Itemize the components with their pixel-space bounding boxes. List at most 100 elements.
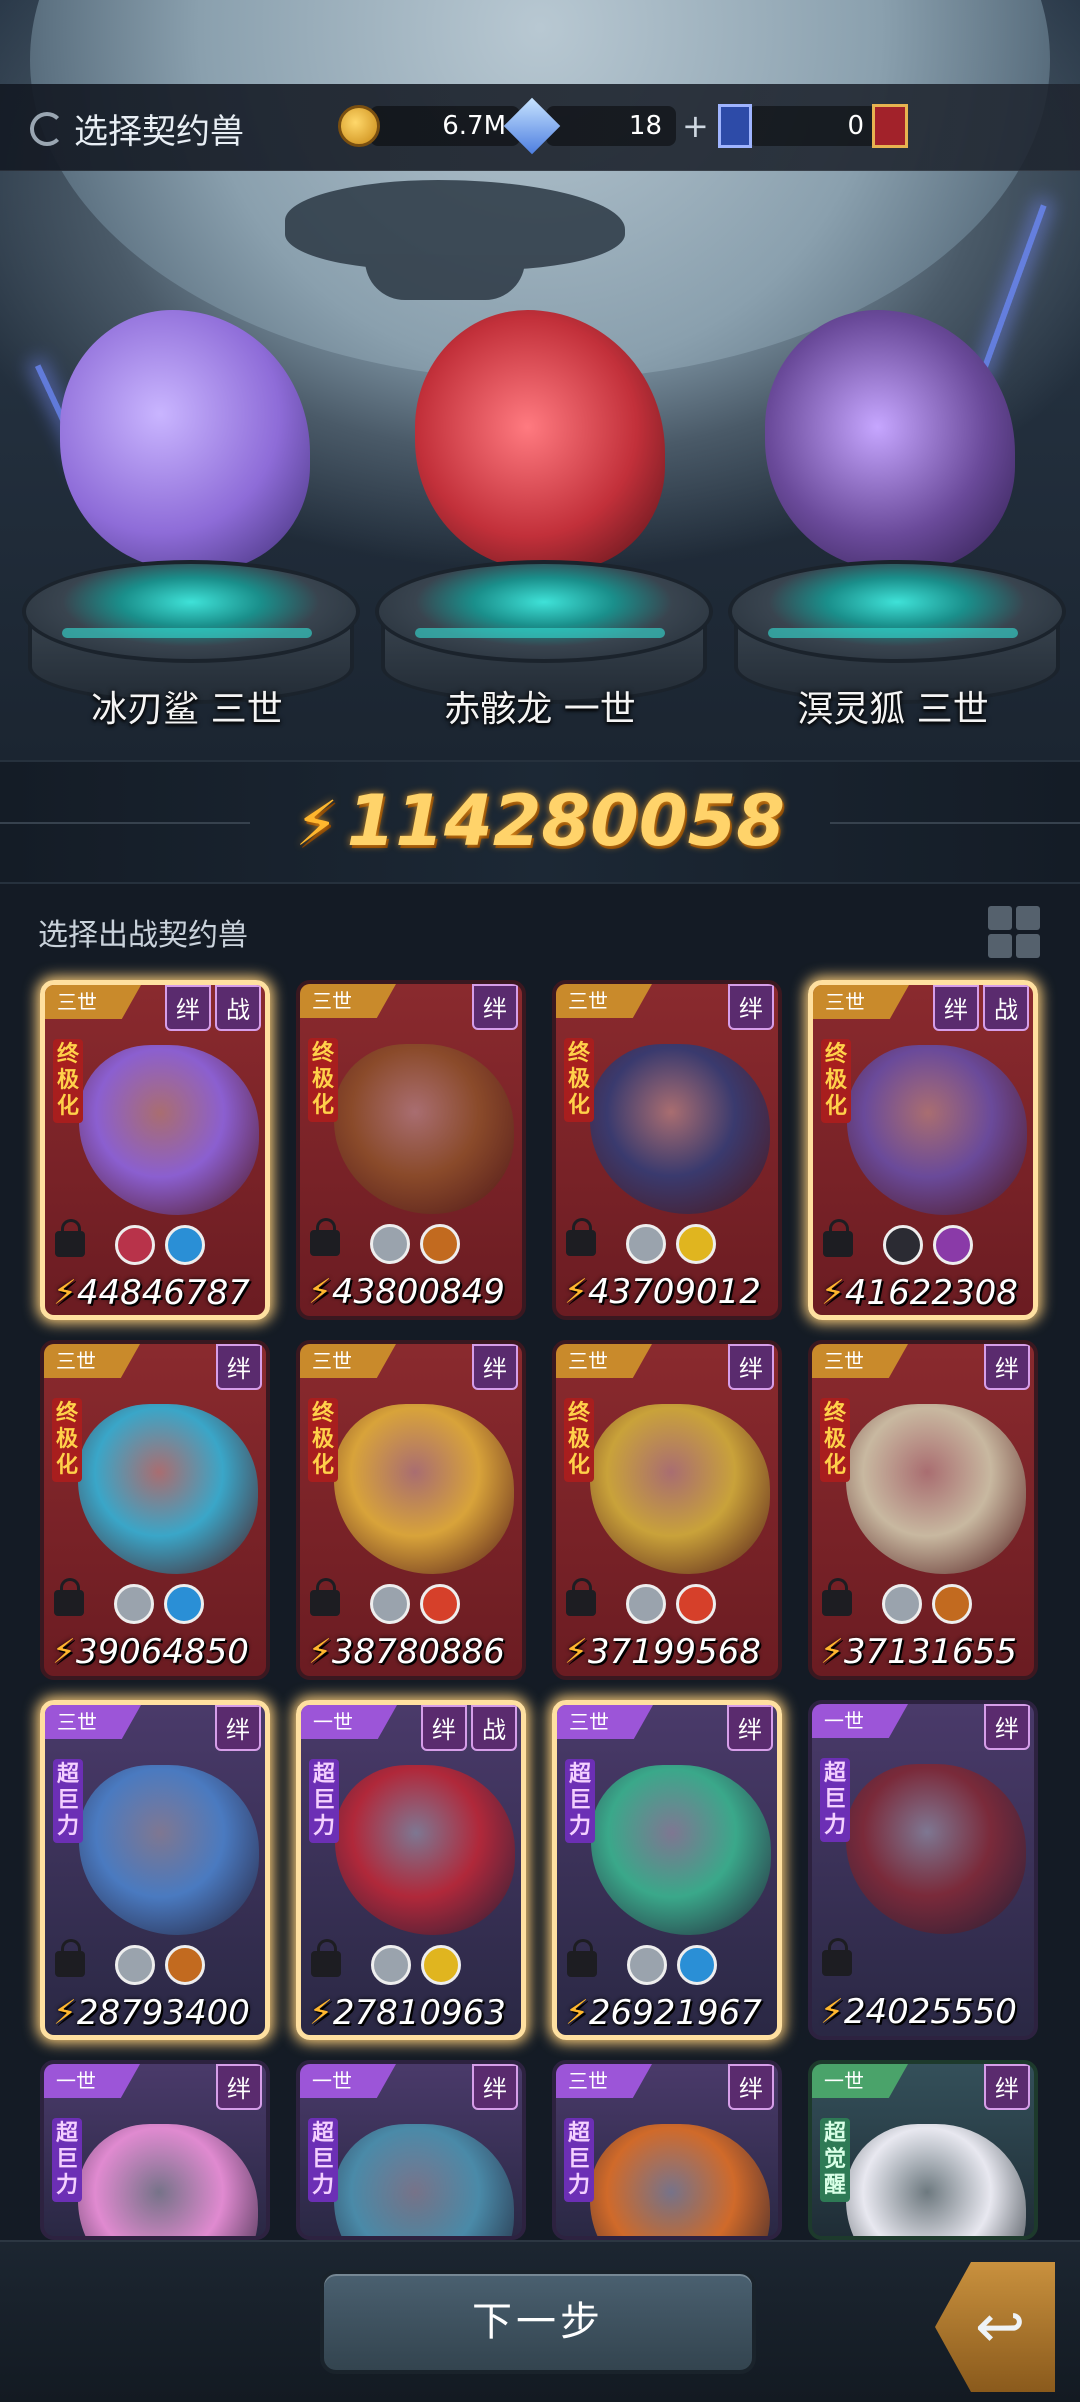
beast-card[interactable]: 一世 绊超巨力 (40, 2060, 270, 2240)
element-icon (370, 1584, 410, 1624)
beast-card[interactable]: 三世 绊终极化 ⚡43709012 (552, 980, 782, 1320)
card-power: ⚡41622308 (821, 1273, 1018, 1313)
battle-tag: 战 (471, 1705, 517, 1751)
lock-icon[interactable] (310, 1578, 340, 1616)
tier-badge: 三世 (300, 984, 396, 1018)
evolution-badge: 终极化 (52, 1398, 82, 1482)
tier-badge: 一世 (300, 2064, 396, 2098)
tier-badge: 三世 (45, 1705, 141, 1739)
card-power: ⚡39064850 (52, 1632, 249, 1672)
team-slot-1[interactable] (20, 250, 350, 590)
beast-card[interactable]: 三世绊战终极化 ⚡44846787 (40, 980, 270, 1320)
evolution-badge: 终极化 (820, 1398, 850, 1482)
lock-icon[interactable] (566, 1218, 596, 1256)
next-step-button[interactable]: 下一步 (320, 2270, 756, 2374)
element-icon (114, 1584, 154, 1624)
beast-card[interactable]: 三世绊战终极化 ⚡41622308 (808, 980, 1038, 1320)
card-power: ⚡26921967 (565, 1993, 762, 2033)
bond-tag: 绊 (728, 1344, 774, 1390)
beast-art (765, 310, 1015, 570)
beast-card[interactable]: 三世 绊超巨力 (552, 2060, 782, 2240)
tier-badge: 三世 (556, 2064, 652, 2098)
element-icon (882, 1584, 922, 1624)
team-slot-3[interactable] (725, 250, 1055, 590)
power-bolt-icon: ⚡ (308, 1632, 332, 1672)
beast-card[interactable]: 三世 绊终极化 ⚡37199568 (552, 1340, 782, 1680)
evolution-badge: 超巨力 (820, 1758, 850, 1842)
ticket-counter: 0 (718, 100, 878, 152)
beast-card[interactable]: 三世 绊终极化 ⚡43800849 (296, 980, 526, 1320)
evolution-badge: 超巨力 (564, 2118, 594, 2202)
beast-portrait (334, 2124, 514, 2236)
back-button[interactable]: ↩ (935, 2262, 1055, 2392)
plus-icon[interactable]: + (682, 107, 709, 145)
evolution-badge: 终极化 (564, 1398, 594, 1482)
lock-icon[interactable] (822, 1938, 852, 1976)
lock-icon[interactable] (310, 1218, 340, 1256)
gold-ticket-counter (872, 100, 908, 152)
ticket-icon (718, 104, 752, 148)
element-icon (627, 1945, 667, 1985)
beast-card[interactable]: 一世 绊超巨力 ⚡24025550 (808, 1700, 1038, 2040)
card-power-value: 43709012 (587, 1272, 761, 1312)
battle-tag: 战 (215, 985, 261, 1031)
tier-badge: 三世 (44, 1344, 140, 1378)
evolution-badge: 超巨力 (308, 2118, 338, 2202)
card-power: ⚡43709012 (564, 1272, 761, 1312)
card-power-value: 38780886 (331, 1632, 505, 1672)
bond-tag: 绊 (727, 1705, 773, 1751)
team-slot-2[interactable] (375, 250, 705, 590)
lock-icon[interactable] (55, 1219, 85, 1257)
beast-card[interactable]: 一世 绊超觉醒 (808, 2060, 1038, 2240)
grid-view-icon[interactable] (988, 906, 1040, 958)
element-icon (164, 1584, 204, 1624)
card-power-value: 26921967 (588, 1993, 762, 2033)
power-bolt-icon: ⚡ (564, 1632, 588, 1672)
tier-badge: 一世 (44, 2064, 140, 2098)
lock-icon[interactable] (54, 1578, 84, 1616)
power-bolt-icon: ⚡ (53, 1273, 77, 1313)
card-power: ⚡28793400 (53, 1993, 250, 2033)
beast-card[interactable]: 三世 绊终极化 ⚡37131655 (808, 1340, 1038, 1680)
card-power-value: 27810963 (332, 1993, 506, 2033)
team-slot-3-name: 溟灵狐 三世 (797, 689, 989, 730)
card-power-value: 28793400 (76, 1993, 250, 2033)
gem-value: 18 (546, 106, 676, 146)
element-icon (420, 1224, 460, 1264)
card-power: ⚡38780886 (308, 1632, 505, 1672)
card-power: ⚡43800849 (308, 1272, 505, 1312)
card-power: ⚡24025550 (820, 1992, 1017, 2032)
element-icon (115, 1945, 155, 1985)
lock-icon[interactable] (55, 1939, 85, 1977)
element-icon (626, 1584, 666, 1624)
bond-tag: 绊 (421, 1705, 467, 1751)
beast-portrait (334, 1404, 514, 1574)
lock-icon[interactable] (823, 1219, 853, 1257)
card-power: ⚡44846787 (53, 1273, 250, 1313)
power-bolt-icon: ⚡ (52, 1632, 76, 1672)
lock-icon[interactable] (822, 1578, 852, 1616)
beast-portrait (335, 1765, 515, 1935)
lock-icon[interactable] (566, 1578, 596, 1616)
evolution-badge: 终极化 (308, 1038, 338, 1122)
bond-tag: 绊 (984, 1704, 1030, 1750)
beast-portrait (79, 1765, 259, 1935)
beast-card[interactable]: 一世 绊超巨力 (296, 2060, 526, 2240)
beast-portrait (846, 2124, 1026, 2236)
gem-counter: 18 + (503, 97, 709, 155)
bond-tag: 绊 (472, 984, 518, 1030)
beast-card[interactable]: 三世 绊终极化 ⚡38780886 (296, 1340, 526, 1680)
beast-portrait (590, 1044, 770, 1214)
bond-tag: 绊 (215, 1705, 261, 1751)
lock-icon[interactable] (311, 1939, 341, 1977)
bond-tag: 绊 (984, 1344, 1030, 1390)
beast-card[interactable]: 三世 绊超巨力 ⚡28793400 (40, 1700, 270, 2040)
evolution-badge: 超觉醒 (820, 2118, 850, 2202)
beast-card[interactable]: 一世绊战超巨力 ⚡27810963 (296, 1700, 526, 2040)
evolution-badge: 超巨力 (309, 1759, 339, 1843)
beast-card[interactable]: 三世 绊超巨力 ⚡26921967 (552, 1700, 782, 2040)
lock-icon[interactable] (567, 1939, 597, 1977)
beast-card[interactable]: 三世 绊终极化 ⚡39064850 (40, 1340, 270, 1680)
ticket-value: 0 (748, 106, 878, 146)
element-icon (165, 1945, 205, 1985)
